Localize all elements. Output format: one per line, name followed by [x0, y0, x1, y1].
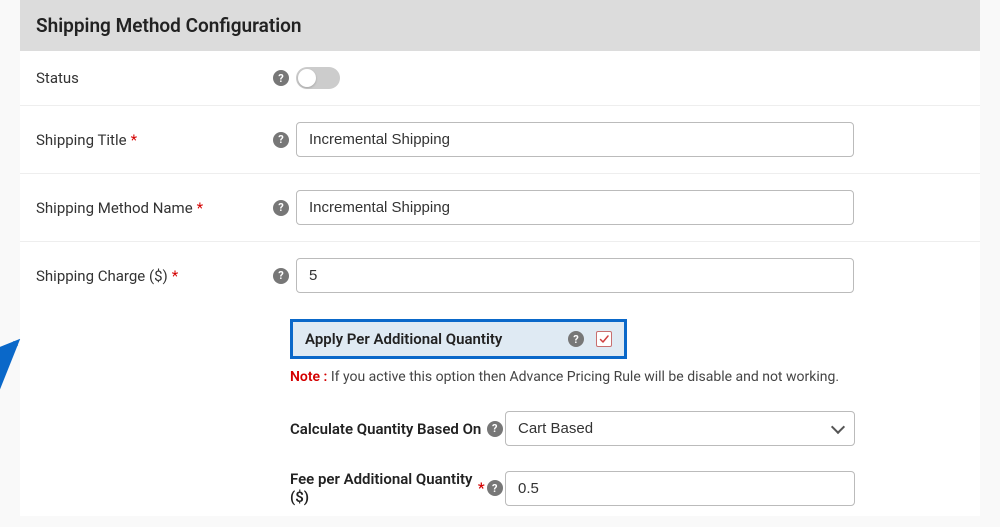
required-marker: *: [131, 131, 137, 149]
row-status: Status ?: [20, 51, 980, 106]
sub-block: Apply Per Additional Quantity ? Note : I…: [20, 319, 980, 516]
calc-based-on-select[interactable]: Cart Based: [505, 411, 855, 446]
calc-label: Calculate Quantity Based On: [290, 420, 481, 438]
shipping-charge-input[interactable]: [296, 258, 854, 293]
shipping-title-label: Shipping Title: [36, 131, 127, 149]
shipping-title-input[interactable]: [296, 122, 854, 157]
apply-per-qty-checkbox[interactable]: [596, 331, 612, 347]
row-shipping-title: Shipping Title * ?: [20, 106, 980, 174]
row-calc-based-on: Calculate Quantity Based On ? Cart Based: [290, 397, 855, 456]
help-icon[interactable]: ?: [568, 331, 584, 347]
method-name-input[interactable]: [296, 190, 854, 225]
panel-title: Shipping Method Configuration: [20, 0, 980, 51]
fee-per-qty-input[interactable]: [505, 471, 855, 506]
required-marker: *: [197, 199, 203, 217]
status-label: Status: [36, 69, 266, 87]
fee-label: Fee per Additional Quantity ($): [290, 470, 474, 506]
note-text: If you active this option then Advance P…: [327, 369, 839, 385]
help-icon[interactable]: ?: [273, 132, 289, 148]
method-name-label: Shipping Method Name: [36, 199, 193, 217]
help-icon[interactable]: ?: [273, 70, 289, 86]
row-shipping-charge: Shipping Charge ($) * ?: [20, 242, 980, 309]
help-icon[interactable]: ?: [487, 480, 503, 496]
apply-per-qty-label: Apply Per Additional Quantity: [305, 330, 568, 348]
row-fee-per-qty: Fee per Additional Quantity ($) * ?: [290, 456, 855, 516]
status-toggle[interactable]: [296, 67, 340, 89]
help-icon[interactable]: ?: [487, 421, 503, 437]
shipping-charge-label: Shipping Charge ($): [36, 267, 168, 285]
note-line: Note : If you active this option then Ad…: [290, 369, 855, 385]
row-method-name: Shipping Method Name * ?: [20, 174, 980, 242]
required-marker: *: [172, 267, 178, 285]
callout-arrow-icon: [0, 313, 44, 483]
checkmark-icon: [598, 333, 610, 345]
help-icon[interactable]: ?: [273, 268, 289, 284]
required-marker: *: [478, 479, 485, 497]
help-icon[interactable]: ?: [273, 200, 289, 216]
note-label: Note :: [290, 369, 327, 385]
apply-per-qty-highlight: Apply Per Additional Quantity ?: [290, 319, 627, 359]
